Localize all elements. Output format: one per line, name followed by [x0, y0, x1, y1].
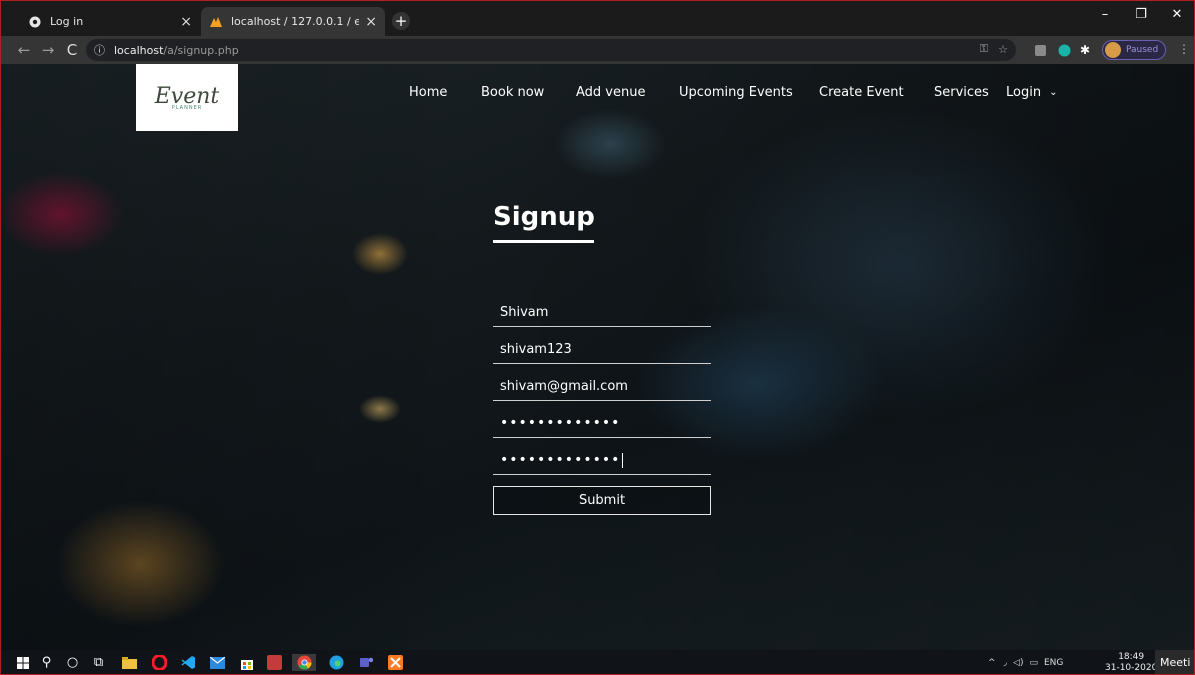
clock[interactable]: 18:49 31-10-2020	[1105, 652, 1157, 674]
windows-start-icon[interactable]	[14, 654, 31, 671]
extension-icon[interactable]	[1034, 42, 1047, 58]
app-icon[interactable]	[266, 654, 283, 671]
back-icon[interactable]: ←	[14, 40, 34, 60]
nav-upcoming-events[interactable]: Upcoming Events	[679, 85, 793, 100]
system-tray: ^ ◞ ◁) ▭ ENG	[988, 650, 1063, 675]
profile-button[interactable]: Paused	[1102, 40, 1166, 60]
tab-phpmyadmin[interactable]: localhost / 127.0.0.1 / eventmana ×	[201, 7, 385, 36]
meet-now-button[interactable]: Meeti	[1155, 650, 1195, 675]
site-nav: Home Book now Add venue Upcoming Events …	[0, 85, 1195, 105]
cortana-icon[interactable]: ○	[64, 654, 81, 671]
new-tab-button[interactable]: +	[392, 12, 410, 30]
maximize-icon[interactable]: ❐	[1123, 0, 1159, 28]
info-icon[interactable]: ⓘ	[94, 42, 108, 58]
close-window-icon[interactable]: ✕	[1159, 0, 1195, 28]
nav-login[interactable]: Login ⌄	[1006, 85, 1057, 100]
username-value: shivam123	[500, 342, 572, 357]
forward-icon[interactable]: →	[38, 40, 58, 60]
tab-title: localhost / 127.0.0.1 / eventmana	[231, 15, 360, 28]
password-value: •••••••••••••	[500, 415, 621, 431]
opera-icon[interactable]	[151, 654, 168, 671]
confirm-password-field[interactable]: •••••••••••••	[493, 438, 711, 475]
username-field[interactable]: shivam123	[493, 327, 711, 364]
avatar	[1105, 42, 1121, 58]
tab-close-icon[interactable]: ×	[180, 14, 192, 30]
form-title: Signup	[493, 202, 595, 232]
nav-services[interactable]: Services	[934, 85, 989, 100]
minimize-icon[interactable]: –	[1087, 0, 1123, 28]
text-caret	[622, 453, 624, 468]
network-icon[interactable]: ◞	[1004, 658, 1008, 668]
key-icon[interactable]: ⚿	[980, 42, 988, 56]
clock-date: 31-10-2020	[1105, 663, 1158, 673]
language-indicator[interactable]: ENG	[1044, 658, 1063, 668]
chrome-icon[interactable]	[292, 654, 316, 671]
url-path: /a/signup.php	[163, 43, 239, 57]
url-host: localhost	[114, 43, 164, 57]
nav-login-label: Login	[1006, 85, 1042, 100]
teams-icon[interactable]	[358, 654, 375, 671]
email-value: shivam@gmail.com	[500, 379, 628, 394]
profile-status: Paused	[1126, 45, 1159, 55]
mail-icon[interactable]	[209, 654, 226, 671]
tab-strip: Log in × localhost / 127.0.0.1 / eventma…	[0, 0, 1195, 36]
nav-create-event[interactable]: Create Event	[819, 85, 904, 100]
volume-icon[interactable]: ◁)	[1013, 658, 1023, 668]
signup-form: Signup Shivam shivam123 shivam@gmail.com…	[493, 202, 711, 515]
nav-home[interactable]: Home	[409, 85, 447, 100]
nav-book-now[interactable]: Book now	[481, 85, 544, 100]
battery-icon[interactable]: ▭	[1029, 658, 1038, 668]
email-field[interactable]: shivam@gmail.com	[493, 364, 711, 401]
tab-title: Log in	[50, 15, 84, 28]
reload-icon[interactable]: C	[62, 40, 82, 60]
tab-close-icon[interactable]: ×	[365, 14, 377, 30]
star-icon[interactable]: ☆	[998, 43, 1008, 56]
extension-icon[interactable]	[1058, 42, 1071, 58]
confirm-password-value: •••••••••••••	[500, 452, 621, 468]
name-field[interactable]: Shivam	[493, 290, 711, 327]
store-icon[interactable]	[238, 654, 255, 671]
search-icon[interactable]: ⚲	[38, 654, 55, 671]
file-explorer-icon[interactable]	[121, 654, 138, 671]
tab-login[interactable]: Log in ×	[20, 7, 200, 36]
vscode-icon[interactable]	[180, 654, 197, 671]
edge-icon[interactable]	[328, 654, 345, 671]
title-underline	[493, 240, 594, 243]
page-content: Event PLANNER Home Book now Add venue Up…	[0, 64, 1195, 650]
logo-sub: PLANNER	[171, 105, 203, 111]
chevron-up-icon[interactable]: ^	[988, 658, 996, 668]
password-field[interactable]: •••••••••••••	[493, 401, 711, 438]
clock-time: 18:49	[1118, 652, 1145, 662]
taskbar: ⚲ ○ ⧉ ^ ◞ ◁) ▭ ENG 18:49 31-10-2020 Meet…	[0, 650, 1195, 675]
xampp-icon[interactable]	[387, 654, 404, 671]
submit-button[interactable]: Submit	[493, 486, 711, 515]
menu-icon[interactable]: ⋮	[1178, 42, 1190, 56]
address-bar[interactable]: ⓘ localhost/a/signup.php ⚿ ☆	[86, 39, 1016, 61]
puzzle-icon[interactable]: ✱	[1080, 42, 1090, 58]
task-view-icon[interactable]: ⧉	[90, 654, 107, 671]
chevron-down-icon: ⌄	[1049, 87, 1058, 98]
browser-toolbar: ← → C ⓘ localhost/a/signup.php ⚿ ☆ ✱ Pau…	[0, 36, 1195, 64]
window-controls: – ❐ ✕	[1087, 0, 1195, 28]
globe-icon	[28, 15, 42, 29]
name-value: Shivam	[500, 305, 549, 320]
phpmyadmin-icon	[209, 15, 223, 29]
nav-add-venue[interactable]: Add venue	[576, 85, 645, 100]
